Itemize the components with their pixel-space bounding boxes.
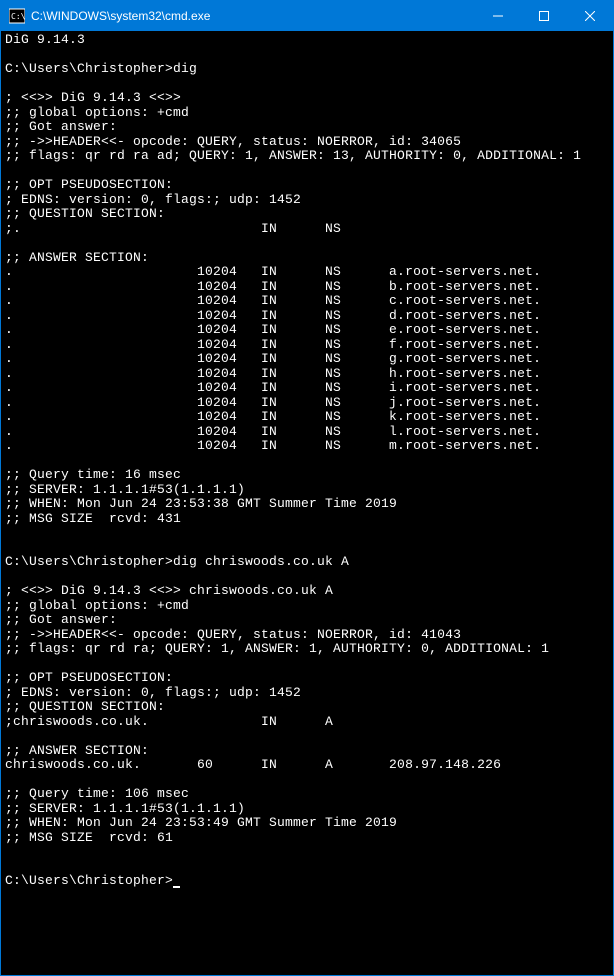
query-flags: ;; flags: qr rd ra; QUERY: 1, ANSWER: 1,…	[5, 641, 549, 656]
answer-row: . 10204 IN NS g.root-servers.net.	[5, 351, 541, 366]
answer-row: . 10204 IN NS i.root-servers.net.	[5, 380, 541, 395]
server-line: ;; SERVER: 1.1.1.1#53(1.1.1.1)	[5, 482, 245, 497]
query-header: ;; ->>HEADER<<- opcode: QUERY, status: N…	[5, 627, 461, 642]
answer-section-header: ;; ANSWER SECTION:	[5, 743, 149, 758]
question-line: ;. IN NS	[5, 221, 341, 236]
got-answer: ;; Got answer:	[5, 119, 117, 134]
question-section-header: ;; QUESTION SECTION:	[5, 206, 165, 221]
dig-version-line: DiG 9.14.3	[5, 32, 85, 47]
opt-pseudo-header: ;; OPT PSEUDOSECTION:	[5, 177, 173, 192]
terminal-output[interactable]: DiG 9.14.3 C:\Users\Christopher>dig ; <<…	[1, 31, 613, 975]
answer-row: . 10204 IN NS b.root-servers.net.	[5, 279, 541, 294]
got-answer: ;; Got answer:	[5, 612, 117, 627]
answer-row: . 10204 IN NS h.root-servers.net.	[5, 366, 541, 381]
window-title: C:\WINDOWS\system32\cmd.exe	[31, 9, 475, 23]
cursor	[173, 886, 180, 888]
server-line: ;; SERVER: 1.1.1.1#53(1.1.1.1)	[5, 801, 245, 816]
global-opts: ;; global options: +cmd	[5, 105, 189, 120]
prompt-line: C:\Users\Christopher>dig chriswoods.co.u…	[5, 554, 349, 569]
maximize-button[interactable]	[521, 1, 567, 31]
query-flags: ;; flags: qr rd ra ad; QUERY: 1, ANSWER:…	[5, 148, 581, 163]
answer-row: . 10204 IN NS l.root-servers.net.	[5, 424, 541, 439]
answer-row: . 10204 IN NS k.root-servers.net.	[5, 409, 541, 424]
svg-text:C:\: C:\	[11, 12, 25, 21]
answer-row: . 10204 IN NS a.root-servers.net.	[5, 264, 541, 279]
msg-size: ;; MSG SIZE rcvd: 61	[5, 830, 173, 845]
answer-row: . 10204 IN NS c.root-servers.net.	[5, 293, 541, 308]
when-line: ;; WHEN: Mon Jun 24 23:53:49 GMT Summer …	[5, 815, 397, 830]
close-button[interactable]	[567, 1, 613, 31]
question-line: ;chriswoods.co.uk. IN A	[5, 714, 333, 729]
prompt-line: C:\Users\Christopher>dig	[5, 61, 197, 76]
opt-pseudo-header: ;; OPT PSEUDOSECTION:	[5, 670, 173, 685]
window-controls	[475, 1, 613, 31]
answer-section-header: ;; ANSWER SECTION:	[5, 250, 149, 265]
answer-row: . 10204 IN NS m.root-servers.net.	[5, 438, 541, 453]
answer-row: . 10204 IN NS j.root-servers.net.	[5, 395, 541, 410]
when-line: ;; WHEN: Mon Jun 24 23:53:38 GMT Summer …	[5, 496, 397, 511]
edns-line: ; EDNS: version: 0, flags:; udp: 1452	[5, 192, 301, 207]
msg-size: ;; MSG SIZE rcvd: 431	[5, 511, 181, 526]
prompt-line: C:\Users\Christopher>	[5, 873, 173, 888]
query-header: ;; ->>HEADER<<- opcode: QUERY, status: N…	[5, 134, 461, 149]
minimize-button[interactable]	[475, 1, 521, 31]
dig-banner: ; <<>> DiG 9.14.3 <<>> chriswoods.co.uk …	[5, 583, 333, 598]
question-section-header: ;; QUESTION SECTION:	[5, 699, 165, 714]
titlebar[interactable]: C:\ C:\WINDOWS\system32\cmd.exe	[1, 1, 613, 31]
answer-row: . 10204 IN NS d.root-servers.net.	[5, 308, 541, 323]
dig-banner: ; <<>> DiG 9.14.3 <<>>	[5, 90, 181, 105]
query-time: ;; Query time: 16 msec	[5, 467, 181, 482]
answer-row: . 10204 IN NS f.root-servers.net.	[5, 337, 541, 352]
answer-row: chriswoods.co.uk. 60 IN A 208.97.148.226	[5, 757, 501, 772]
global-opts: ;; global options: +cmd	[5, 598, 189, 613]
cmd-icon: C:\	[9, 8, 25, 24]
query-time: ;; Query time: 106 msec	[5, 786, 189, 801]
answer-row: . 10204 IN NS e.root-servers.net.	[5, 322, 541, 337]
edns-line: ; EDNS: version: 0, flags:; udp: 1452	[5, 685, 301, 700]
cmd-window: C:\ C:\WINDOWS\system32\cmd.exe DiG 9.14…	[0, 0, 614, 976]
